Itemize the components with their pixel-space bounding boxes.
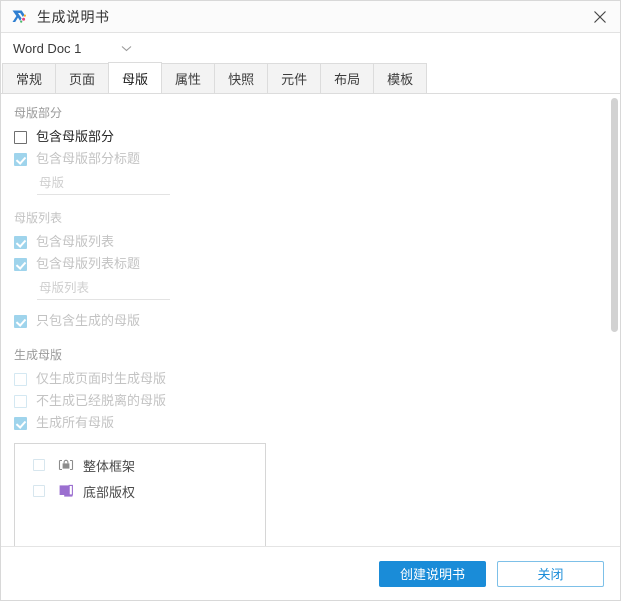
master-item-label: 底部版权 [83,484,136,500]
generate-spec-dialog: 生成说明书 Word Doc 1 常规 页面 母版 属性 快照 元件 布局 模板… [0,0,621,601]
only-generated-masters-checkbox [14,314,27,328]
tab-label: 快照 [228,72,255,87]
vertical-scrollbar[interactable] [609,94,620,546]
master-section-title-field[interactable] [37,173,170,195]
only-generated-masters-label: 只包含生成的母版 [36,313,141,328]
tab-label: 母版 [122,71,149,87]
close-dialog-button-label: 关闭 [537,567,564,582]
section-heading-generate-masters: 生成母版 [14,348,63,362]
master-item-checkbox[interactable] [33,485,45,497]
master-item-label: 整体框架 [83,458,136,474]
master-list-box[interactable]: 整体框架 底部版权 [14,443,266,546]
checkbox-row-skip-detached-masters: 不生成已经脱离的母版 [14,390,620,412]
checkbox-row-include-master-section-title: 包含母版部分标题 [14,148,620,170]
tab-template[interactable]: 模板 [373,63,428,93]
tab-properties[interactable]: 属性 [161,63,216,93]
generate-all-masters-label: 生成所有母版 [36,415,115,430]
section-heading-master-section: 母版部分 [14,106,63,120]
checkbox-row-include-master-section[interactable]: 包含母版部分 [14,126,620,148]
close-button[interactable] [580,1,620,32]
tab-label: 元件 [281,72,308,87]
include-master-list-label: 包含母版列表 [36,234,115,249]
skip-detached-masters-label: 不生成已经脱离的母版 [36,393,167,408]
checkbox-row-generate-all-masters: 生成所有母版 [14,412,620,434]
create-spec-button-label: 创建说明书 [399,567,465,582]
tab-widgets[interactable]: 元件 [267,63,322,93]
tab-label: 布局 [334,72,361,87]
checkbox-row-include-master-list-title: 包含母版列表标题 [14,253,620,275]
close-dialog-button[interactable]: 关闭 [497,560,604,587]
tab-snapshot[interactable]: 快照 [214,63,269,93]
tab-label: 常规 [16,72,43,87]
only-when-page-generated-checkbox [14,372,27,386]
tab-label: 属性 [175,72,202,87]
include-master-list-title-checkbox [14,257,27,271]
dialog-footer: 创建说明书 关闭 [1,546,620,600]
dialog-title: 生成说明书 [37,8,110,25]
create-spec-button[interactable]: 创建说明书 [379,560,486,587]
document-dropdown-value: Word Doc 1 [13,40,82,56]
tab-label: 模板 [387,72,414,87]
master-item-checkbox[interactable] [33,459,45,471]
tab-strip: 常规 页面 母版 属性 快照 元件 布局 模板 [1,62,620,94]
master-lock-icon [58,459,74,471]
axure-x-logo-icon [12,10,26,23]
tab-label: 页面 [69,72,96,87]
include-master-section-checkbox[interactable] [14,130,27,144]
settings-panel: 母版部分 包含母版部分 包含母版部分标题 母版列表 包含母版列表 [1,94,620,546]
include-master-list-title-label: 包含母版列表标题 [36,256,141,271]
master-section-title-input[interactable] [37,175,170,192]
tab-general[interactable]: 常规 [2,63,57,93]
list-item[interactable]: 底部版权 [15,478,265,504]
list-item[interactable]: 整体框架 [15,452,265,478]
vertical-scrollbar-thumb[interactable] [611,98,618,332]
include-master-section-label: 包含母版部分 [36,129,115,144]
checkbox-row-include-master-list: 包含母版列表 [14,231,620,253]
title-bar: 生成说明书 [1,1,620,33]
generate-all-masters-checkbox [14,416,27,430]
checkbox-row-only-generated-masters: 只包含生成的母版 [14,310,620,332]
document-selector-bar: Word Doc 1 [1,33,620,63]
master-list-title-input[interactable] [37,280,170,297]
document-dropdown[interactable]: Word Doc 1 [13,41,132,56]
skip-detached-masters-checkbox [14,394,27,408]
tab-master[interactable]: 母版 [108,62,163,93]
master-list-title-field[interactable] [37,278,170,300]
include-master-section-title-checkbox [14,152,27,166]
master-settings-form: 母版部分 包含母版部分 包含母版部分标题 母版列表 包含母版列表 [1,94,620,546]
only-when-page-generated-label: 仅生成页面时生成母版 [36,371,167,386]
tab-layout[interactable]: 布局 [320,63,375,93]
close-icon [594,10,606,23]
section-heading-master-list: 母版列表 [14,211,63,225]
chevron-down-icon [122,45,132,51]
tab-page[interactable]: 页面 [55,63,110,93]
include-master-section-title-label: 包含母版部分标题 [36,151,141,166]
master-shape-icon [59,484,73,497]
include-master-list-checkbox [14,235,27,249]
checkbox-row-only-when-page-generated: 仅生成页面时生成母版 [14,368,620,390]
